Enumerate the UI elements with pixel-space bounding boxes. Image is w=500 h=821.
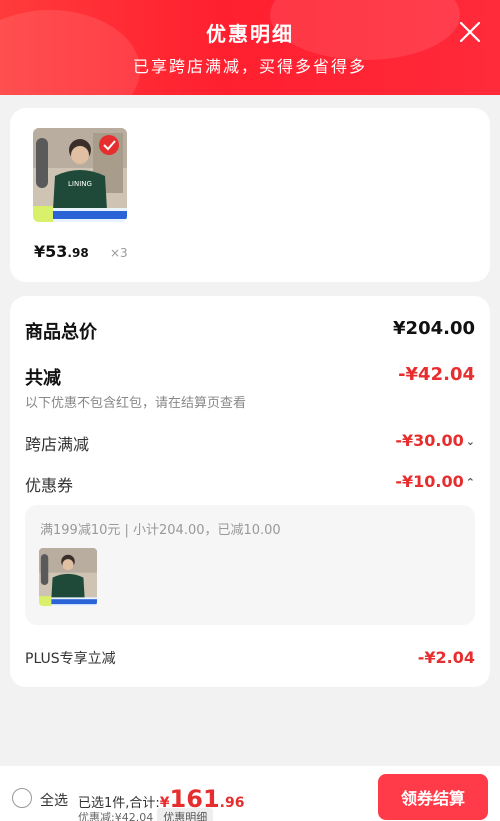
chevron-down-icon: ⌄ — [465, 435, 475, 448]
select-all-radio[interactable] — [12, 788, 32, 808]
coupon-value-wrap: -¥10.00 ⌃ — [395, 472, 475, 491]
chevron-up-icon: ⌃ — [465, 476, 475, 489]
product-image[interactable]: LINING — [33, 128, 127, 222]
price-dec: .98 — [67, 246, 89, 260]
header-banner: 优惠明细 已享跨店满减，买得多省得多 — [0, 0, 500, 95]
coupon-detail-box: 满199减10元 | 小计204.00，已减10.00 — [25, 505, 475, 625]
reduce-row: 共减 -¥42.04 — [25, 364, 475, 390]
product-price: ¥53.98 — [34, 242, 89, 261]
plus-value: -¥2.04 — [417, 648, 475, 667]
reduce-label: 共减 — [25, 368, 61, 389]
svg-text:LINING: LINING — [68, 180, 92, 188]
coupon-label: 优惠券 — [25, 476, 74, 495]
page-title: 优惠明细 — [206, 22, 294, 46]
discount-text: 优惠减:¥42.04 — [78, 811, 154, 821]
total-price-value: ¥204.00 — [393, 318, 475, 339]
plus-label: PLUS专享立减 — [25, 651, 116, 667]
page-subtitle: 已享跨店满减，买得多省得多 — [132, 57, 367, 76]
coupon-row[interactable]: 优惠券 -¥10.00 ⌃ — [25, 472, 475, 496]
product-quantity: ×3 — [110, 246, 128, 260]
product-card: LINING ¥53.98 ×3 — [10, 108, 490, 282]
cross-store-row[interactable]: 跨店满减 -¥30.00 ⌄ — [25, 431, 475, 455]
bottom-bar: 全选 已选1件,合计:¥161.96 优惠减:¥42.04 优惠明细 领券结算 — [0, 766, 500, 821]
plus-row: PLUS专享立减 -¥2.04 — [25, 648, 475, 668]
coupon-detail-text: 满199减10元 | 小计204.00，已减10.00 — [40, 523, 281, 538]
select-all-label[interactable]: 全选 — [40, 790, 68, 810]
price-int: ¥53 — [34, 242, 68, 261]
cross-store-label: 跨店满减 — [25, 435, 90, 454]
total-dec: .96 — [219, 795, 245, 811]
discount-line: 优惠减:¥42.04 优惠明细 — [78, 808, 214, 821]
reduce-value: -¥42.04 — [398, 364, 475, 385]
total-price-row: 商品总价 ¥204.00 — [25, 318, 475, 344]
total-price-label: 商品总价 — [25, 322, 97, 343]
price-summary-card: 商品总价 ¥204.00 共减 -¥42.04 以下优惠不包含红包，请在结算页查… — [10, 296, 490, 687]
coupon-product-image — [39, 548, 97, 606]
cross-store-value: -¥30.00 — [395, 431, 464, 450]
checkout-button[interactable]: 领券结算 — [378, 774, 488, 820]
discount-detail-tag[interactable]: 优惠明细 — [157, 808, 214, 821]
cross-store-value-wrap: -¥30.00 ⌄ — [395, 431, 475, 450]
coupon-value: -¥10.00 — [395, 472, 464, 491]
close-icon[interactable] — [458, 20, 482, 44]
discount-note: 以下优惠不包含红包，请在结算页查看 — [25, 396, 247, 411]
